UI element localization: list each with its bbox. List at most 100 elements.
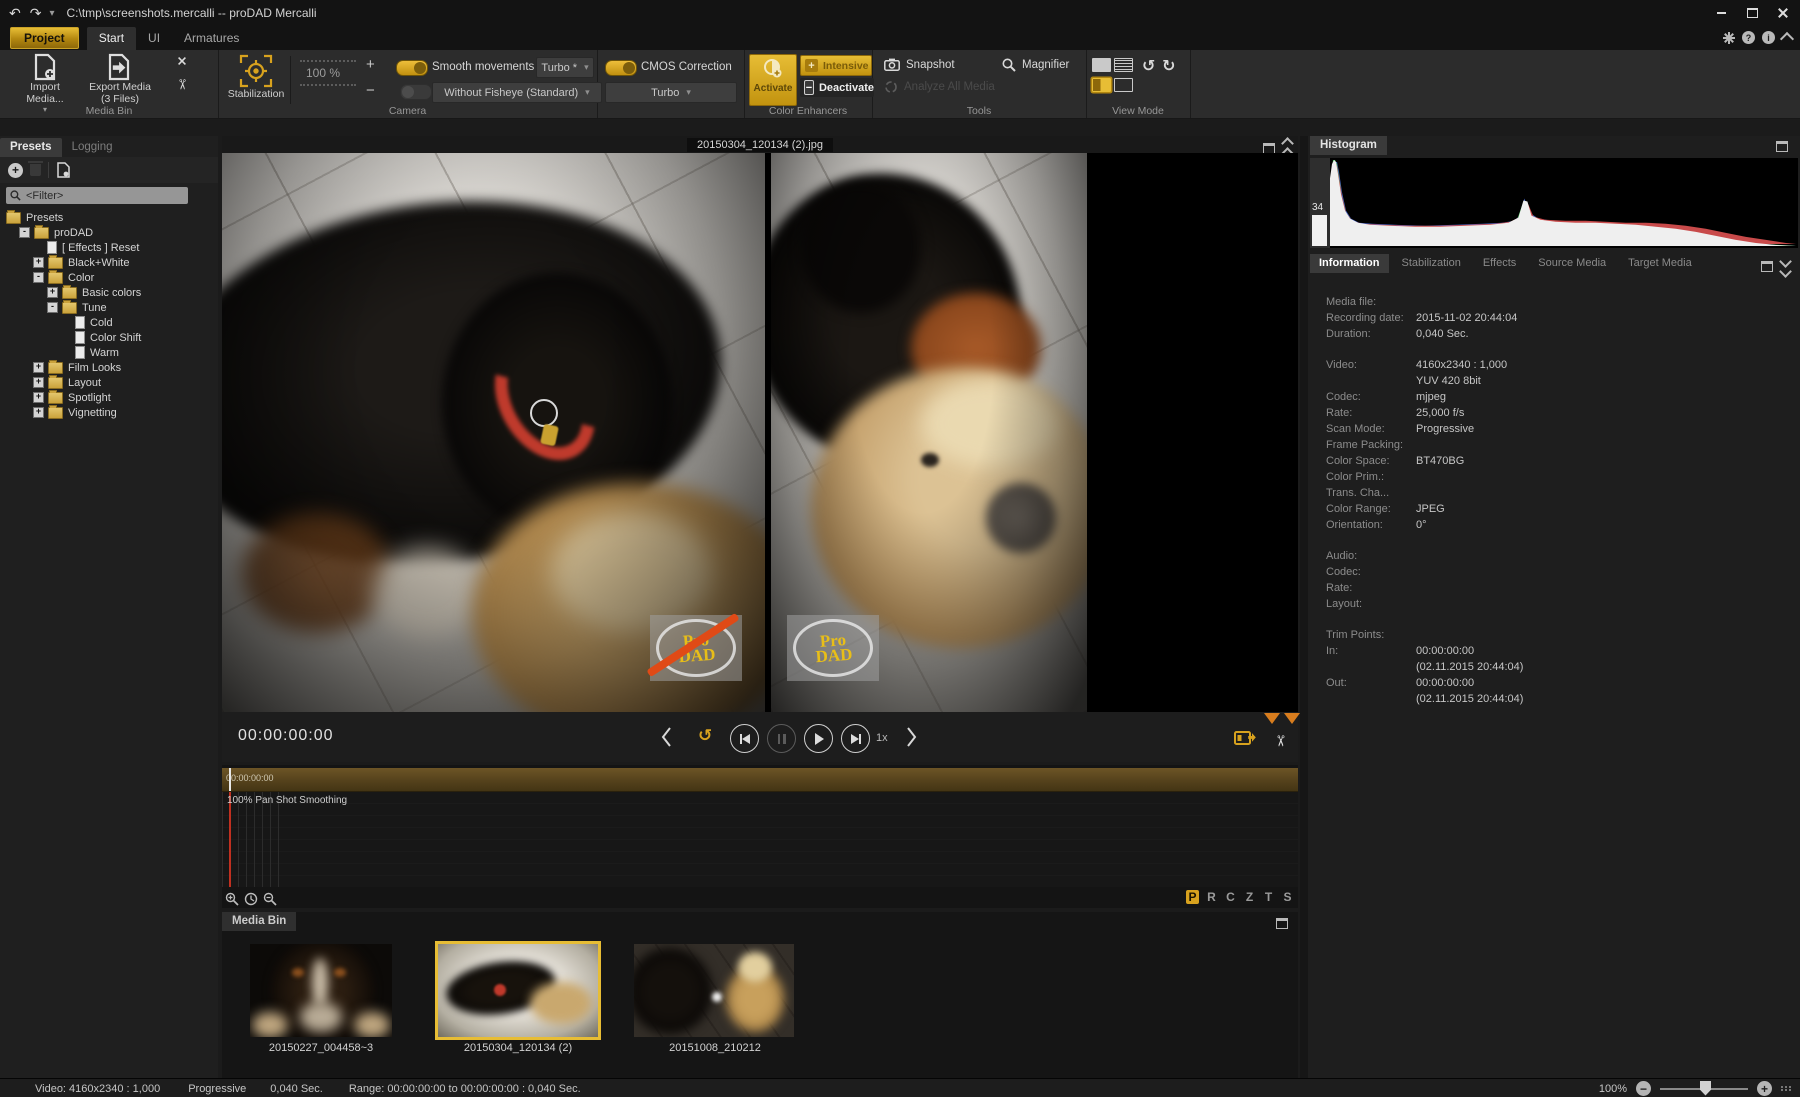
zoom-slider[interactable]: [1660, 1088, 1748, 1090]
zoom-plus-button[interactable]: +: [366, 56, 375, 73]
tab-effects[interactable]: Effects: [1474, 254, 1525, 273]
tips-icon[interactable]: [1723, 32, 1735, 44]
fisheye-toggle[interactable]: [400, 84, 432, 100]
tree-expander[interactable]: +: [33, 392, 44, 403]
rotate-ccw-button[interactable]: ↺: [1142, 56, 1155, 76]
close-button[interactable]: [1772, 5, 1794, 20]
zoom-out-icon[interactable]: [263, 892, 277, 906]
tree-item[interactable]: +Film Looks: [0, 360, 218, 375]
quick-access-caret-icon[interactable]: ▾: [49, 8, 54, 19]
tree-expander[interactable]: +: [47, 287, 58, 298]
media-thumbnail[interactable]: [250, 944, 392, 1037]
skip-start-button[interactable]: [730, 724, 759, 753]
stabilization-button[interactable]: Stabilization: [224, 54, 288, 100]
timeline-track[interactable]: 100% Pan Shot Smoothing: [222, 792, 1298, 887]
media-bin-maximize-icon[interactable]: [1276, 918, 1288, 929]
tree-expander[interactable]: +: [33, 257, 44, 268]
tab-stabilization[interactable]: Stabilization: [1393, 254, 1470, 273]
collapse-ribbon-icon[interactable]: [1780, 32, 1794, 46]
trim-scissors-button[interactable]: ✂: [1271, 735, 1289, 748]
tree-expander[interactable]: +: [33, 362, 44, 373]
zoom-minus-button[interactable]: −: [366, 82, 375, 99]
trim-in-marker[interactable]: [1264, 713, 1280, 724]
rotate-cw-button[interactable]: ↻: [1162, 56, 1175, 76]
tab-armatures[interactable]: Armatures: [172, 27, 251, 50]
tree-item[interactable]: +Basic colors: [0, 285, 218, 300]
tree-expander[interactable]: +: [33, 407, 44, 418]
magnifier-button[interactable]: Magnifier: [1002, 58, 1069, 72]
panel-splitter[interactable]: [1300, 136, 1308, 1078]
flag-toggle[interactable]: S: [1281, 890, 1294, 904]
minimize-button[interactable]: [1710, 5, 1732, 20]
playhead-line[interactable]: [229, 792, 231, 887]
flag-toggle[interactable]: Z: [1243, 890, 1256, 904]
deactivate-button[interactable]: − Deactivate: [800, 78, 874, 97]
tree-item[interactable]: +Layout: [0, 375, 218, 390]
tab-source-media[interactable]: Source Media: [1529, 254, 1615, 273]
new-preset-file-icon[interactable]: [56, 162, 70, 178]
info-icon[interactable]: i: [1762, 31, 1775, 44]
tree-item[interactable]: Warm: [0, 345, 218, 360]
playhead-handle[interactable]: [229, 768, 231, 791]
delete-preset-button[interactable]: [30, 164, 41, 176]
inspector-maximize-icon[interactable]: [1761, 261, 1773, 272]
histogram-tab[interactable]: Histogram: [1310, 136, 1387, 155]
zoom-time-icon[interactable]: [244, 892, 258, 906]
tree-item[interactable]: Cold: [0, 315, 218, 330]
media-bin-tab[interactable]: Media Bin: [222, 912, 296, 931]
view-single-button[interactable]: [1092, 58, 1111, 72]
intensive-button[interactable]: + Intensive: [800, 55, 872, 76]
tab-target-media[interactable]: Target Media: [1619, 254, 1701, 273]
smooth-movements-toggle[interactable]: [396, 60, 428, 76]
tree-item[interactable]: +Black+White: [0, 255, 218, 270]
preview-before-panel[interactable]: ProDAD: [222, 153, 765, 712]
export-media-button[interactable]: Export Media (3 Files): [82, 53, 158, 105]
zoom-in-button[interactable]: +: [1757, 1081, 1772, 1096]
flag-toggle[interactable]: T: [1262, 890, 1275, 904]
prev-frame-button[interactable]: [660, 726, 672, 748]
preview-after-panel[interactable]: ProDAD: [771, 153, 1087, 712]
tree-item[interactable]: +Vignetting: [0, 405, 218, 420]
tree-item[interactable]: -Color: [0, 270, 218, 285]
resize-grip[interactable]: [1781, 1086, 1792, 1091]
view-full-button[interactable]: [1114, 78, 1133, 92]
project-menu-button[interactable]: Project: [10, 27, 79, 49]
tree-item[interactable]: Color Shift: [0, 330, 218, 345]
export-frames-button[interactable]: [1234, 728, 1258, 748]
tree-expander[interactable]: -: [33, 272, 44, 283]
view-split-button[interactable]: [1092, 78, 1111, 92]
histogram-maximize-icon[interactable]: [1776, 141, 1788, 152]
tree-item[interactable]: +Spotlight: [0, 390, 218, 405]
tree-item[interactable]: [ Effects ] Reset: [0, 240, 218, 255]
add-preset-button[interactable]: +: [8, 163, 23, 178]
tree-item[interactable]: -proDAD: [0, 225, 218, 240]
flag-toggle[interactable]: C: [1224, 890, 1237, 904]
help-icon[interactable]: ?: [1742, 31, 1755, 44]
zoom-value[interactable]: 100 %: [300, 62, 356, 84]
maximize-button[interactable]: [1741, 5, 1763, 20]
tree-item[interactable]: Presets: [0, 210, 218, 225]
skip-end-button[interactable]: [841, 724, 870, 753]
tree-expander[interactable]: -: [19, 227, 30, 238]
pause-button[interactable]: [767, 724, 796, 753]
tab-information[interactable]: Information: [1310, 254, 1389, 273]
analyze-all-media-button[interactable]: Analyze All Media: [884, 80, 995, 94]
redo-icon[interactable]: ↷: [30, 6, 42, 20]
media-thumbnail-selected[interactable]: [435, 941, 601, 1040]
zoom-out-button[interactable]: −: [1636, 1081, 1651, 1096]
tree-expander[interactable]: +: [33, 377, 44, 388]
filter-input[interactable]: [24, 189, 178, 203]
flag-toggle[interactable]: R: [1205, 890, 1218, 904]
loop-button[interactable]: ↺: [698, 726, 712, 746]
inspector-collapse-icon[interactable]: [1781, 257, 1790, 276]
tab-start[interactable]: Start: [87, 27, 136, 50]
tab-presets[interactable]: Presets: [0, 138, 62, 157]
next-frame-button[interactable]: [906, 726, 918, 748]
tree-item[interactable]: -Tune: [0, 300, 218, 315]
cmos-toggle[interactable]: [605, 60, 637, 76]
trim-out-marker[interactable]: [1284, 713, 1300, 724]
zoom-in-icon[interactable]: [225, 892, 239, 906]
media-thumbnail[interactable]: [634, 944, 794, 1037]
tree-expander[interactable]: -: [47, 302, 58, 313]
fisheye-dropdown[interactable]: Without Fisheye (Standard) ▾: [432, 82, 602, 103]
